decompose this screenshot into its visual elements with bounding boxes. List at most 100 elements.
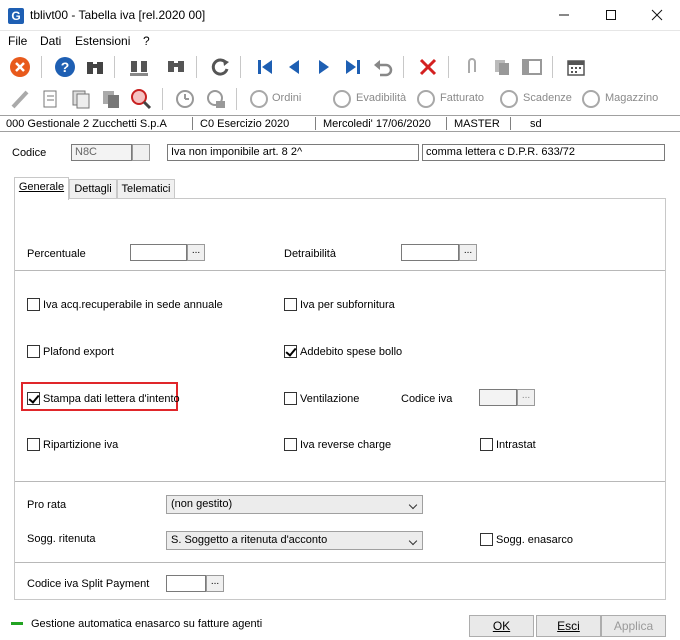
undo-icon[interactable]	[372, 56, 394, 78]
delete-icon[interactable]	[417, 56, 439, 78]
toolbar-separator	[236, 88, 237, 110]
toolbar-separator	[41, 56, 42, 78]
toolbar-separator	[403, 56, 404, 78]
edit-pencil-icon[interactable]	[9, 88, 31, 110]
maximize-icon	[606, 10, 616, 20]
window-title: tblivt00 - Tabella iva [rel.2020 00]	[30, 8, 206, 22]
ventilazione-checkbox[interactable]	[284, 392, 297, 405]
binoculars-icon[interactable]	[84, 56, 106, 78]
info-date: Mercoledi' 17/06/2020	[323, 118, 431, 130]
pro-rata-select[interactable]: (non gestito)	[166, 495, 423, 514]
note-field[interactable]: comma lettera c D.P.R. 633/72	[422, 144, 665, 161]
percentuale-field[interactable]	[130, 244, 187, 261]
svg-text:?: ?	[61, 59, 70, 75]
calendar-icon[interactable]	[565, 56, 587, 78]
minimize-button[interactable]	[541, 0, 587, 30]
detraibilita-zoom-button[interactable]: ...	[459, 244, 477, 261]
codice-iva-zoom-button[interactable]: ...	[517, 389, 535, 406]
maximize-button[interactable]	[588, 0, 634, 30]
sogg-enasarco-checkbox[interactable]	[480, 533, 493, 546]
sogg-ritenuta-label: Sogg. ritenuta	[27, 533, 96, 545]
split-payment-zoom-button[interactable]: ...	[206, 575, 224, 592]
cancel-icon[interactable]	[9, 56, 31, 78]
tab-telematici-label: Telematici	[121, 183, 171, 195]
ok-button-label: OK	[492, 619, 511, 633]
menu-file[interactable]: File	[8, 34, 27, 48]
ripartizione-iva-checkbox[interactable]	[27, 438, 40, 451]
codice-zoom-button[interactable]	[132, 144, 150, 161]
document-list-icon[interactable]	[40, 88, 62, 110]
description-field[interactable]: Iva non imponibile art. 8 2^	[167, 144, 419, 161]
documents-icon[interactable]	[70, 88, 92, 110]
intrastat-label: Intrastat	[496, 439, 536, 451]
iva-subfornitura-checkbox[interactable]	[284, 298, 297, 311]
detraibilita-field[interactable]	[401, 244, 459, 261]
section-divider	[15, 562, 665, 563]
zoom-search-icon[interactable]	[130, 88, 152, 110]
codice-field[interactable]: N8C	[71, 144, 132, 161]
split-payment-field[interactable]	[166, 575, 206, 592]
iva-subfornitura-label: Iva per subfornitura	[300, 299, 395, 311]
previous-record-icon[interactable]	[283, 56, 305, 78]
stampa-lettera-checkbox[interactable]	[27, 392, 40, 405]
chevron-down-icon	[408, 500, 418, 510]
section-divider	[15, 481, 665, 482]
toolbar-ordini[interactable]: Ordini	[272, 92, 301, 104]
reverse-charge-label: Iva reverse charge	[300, 439, 392, 451]
menu-estensioni[interactable]: Estensioni	[75, 34, 130, 48]
last-record-icon[interactable]	[342, 56, 364, 78]
toolbar-scadenze[interactable]: Scadenze	[523, 92, 572, 104]
refresh-icon[interactable]	[209, 56, 231, 78]
next-record-icon[interactable]	[313, 56, 335, 78]
codice-iva-field[interactable]	[479, 389, 517, 406]
percentuale-zoom-button[interactable]: ...	[187, 244, 205, 261]
toolbar-magazzino[interactable]: Magazzino	[605, 92, 658, 104]
copy-documents-icon[interactable]	[491, 56, 513, 78]
sogg-ritenuta-select[interactable]: S. Soggetto a ritenuta d'acconto	[166, 531, 423, 550]
intrastat-checkbox[interactable]	[480, 438, 493, 451]
close-window-button[interactable]	[634, 0, 680, 30]
info-divider	[510, 117, 511, 130]
sogg-ritenuta-value: S. Soggetto a ritenuta d'acconto	[171, 534, 328, 546]
applica-button-label: Applica	[613, 619, 654, 633]
info-divider	[192, 117, 193, 130]
tab-dettagli[interactable]: Dettagli	[69, 179, 117, 199]
menu-dati[interactable]: Dati	[40, 34, 61, 48]
info-divider	[446, 117, 447, 130]
plafond-export-label: Plafond export	[43, 346, 114, 358]
addebito-bollo-checkbox[interactable]	[284, 345, 297, 358]
attachment-icon[interactable]	[461, 56, 483, 78]
menu-help[interactable]: ?	[143, 34, 150, 48]
first-record-icon[interactable]	[254, 56, 276, 78]
history-print-icon[interactable]	[204, 88, 226, 110]
info-company: 000 Gestionale 2 Zucchetti S.p.A	[6, 118, 167, 130]
tab-telematici[interactable]: Telematici	[117, 179, 175, 199]
tab-generale[interactable]: Generale	[14, 177, 69, 200]
iva-acq-checkbox[interactable]	[27, 298, 40, 311]
copy-icon[interactable]	[100, 88, 122, 110]
esci-button[interactable]: Esci	[536, 615, 601, 637]
toolbar-separator	[114, 56, 115, 78]
ok-button[interactable]: OK	[469, 615, 534, 637]
binoculars-filter-icon[interactable]	[165, 56, 187, 78]
info-exercise: C0 Esercizio 2020	[200, 118, 290, 130]
info-user: MASTER	[454, 118, 500, 130]
history-icon[interactable]	[174, 88, 196, 110]
plafond-export-checkbox[interactable]	[27, 345, 40, 358]
help-icon[interactable]: ?	[54, 56, 76, 78]
reverse-charge-checkbox[interactable]	[284, 438, 297, 451]
split-payment-label: Codice iva Split Payment	[27, 578, 150, 590]
info-divider	[315, 117, 316, 130]
section-divider	[15, 270, 665, 271]
iva-acq-label: Iva acq.recuperabile in sede annuale	[43, 299, 223, 311]
toolbar-evadibilita[interactable]: Evadibilità	[356, 92, 406, 104]
status-indicator	[11, 622, 23, 625]
fatturato-icon	[417, 90, 435, 108]
info-extra: sd	[530, 118, 542, 130]
applica-button[interactable]: Applica	[601, 615, 666, 637]
codice-label: Codice	[12, 147, 47, 159]
window-layout-icon[interactable]	[521, 56, 543, 78]
toolbar-fatturato[interactable]: Fatturato	[440, 92, 484, 104]
evadibilita-icon	[333, 90, 351, 108]
binoculars-list-icon[interactable]	[128, 56, 150, 78]
